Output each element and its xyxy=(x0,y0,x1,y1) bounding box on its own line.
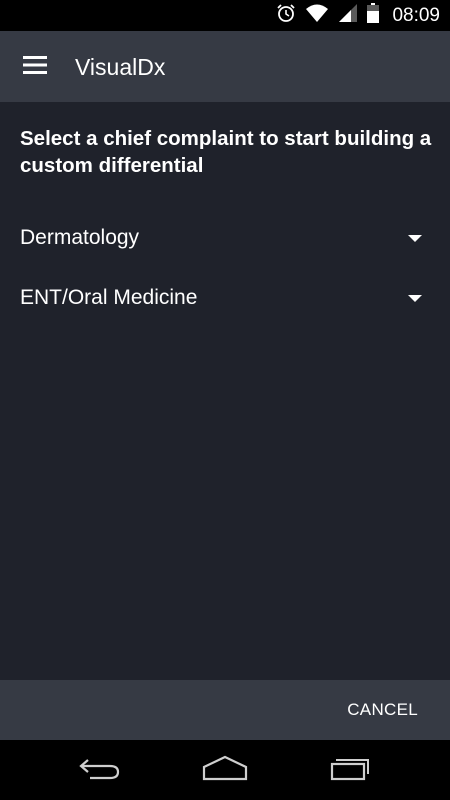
complaint-dropdown-ent-oral-medicine[interactable]: ENT/Oral Medicine xyxy=(0,272,450,324)
footer-bar: CANCEL xyxy=(0,680,450,740)
complaint-label: Dermatology xyxy=(20,226,140,249)
recent-apps-button[interactable] xyxy=(320,752,380,788)
screen: 08:09 VisualDx Select a chief complaint … xyxy=(0,0,450,800)
home-button[interactable] xyxy=(195,752,255,788)
back-icon xyxy=(78,756,122,785)
wifi-icon xyxy=(305,3,329,28)
dropdown-arrow-icon xyxy=(408,295,422,302)
complaint-dropdown-dermatology[interactable]: Dermatology xyxy=(0,212,450,264)
signal-icon xyxy=(338,3,358,28)
status-time: 08:09 xyxy=(392,4,440,26)
system-nav-bar xyxy=(0,740,450,800)
complaint-label: ENT/Oral Medicine xyxy=(20,286,198,309)
hamburger-menu-button[interactable] xyxy=(17,53,53,81)
main-content: Select a chief complaint to start buildi… xyxy=(0,102,450,680)
status-bar: 08:09 xyxy=(0,0,450,31)
hamburger-menu-icon xyxy=(23,55,47,79)
cancel-button[interactable]: CANCEL xyxy=(347,699,418,721)
alarm-icon xyxy=(276,3,296,28)
dropdown-arrow-icon xyxy=(408,235,422,242)
page-prompt: Select a chief complaint to start buildi… xyxy=(20,127,432,177)
home-icon xyxy=(201,755,249,786)
recent-apps-icon xyxy=(328,755,372,786)
app-bar: VisualDx xyxy=(0,31,450,102)
back-button[interactable] xyxy=(70,752,130,788)
battery-icon xyxy=(367,3,380,28)
status-icons: 08:09 xyxy=(276,0,440,31)
app-title: VisualDx xyxy=(75,54,166,80)
